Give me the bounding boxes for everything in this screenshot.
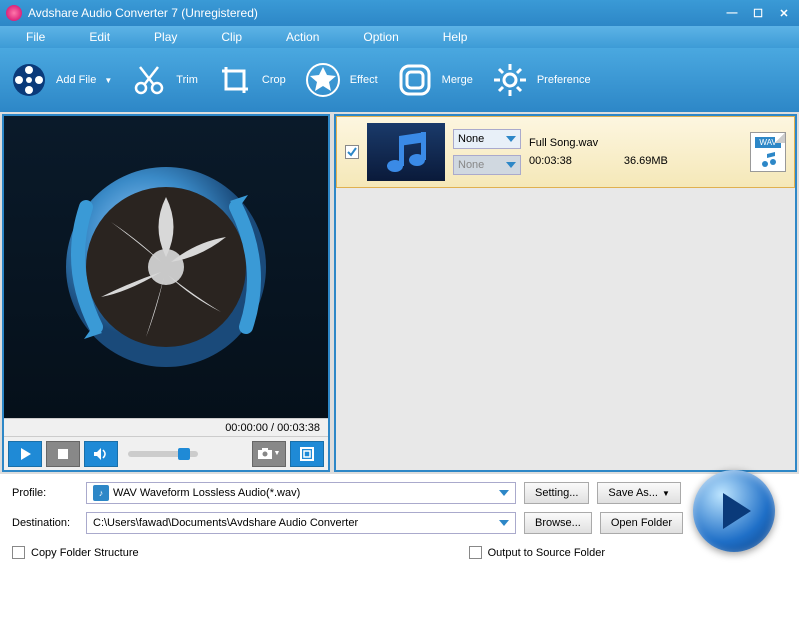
- output-source-label: Output to Source Folder: [488, 547, 605, 559]
- checkbox-icon: [469, 546, 482, 559]
- preview-area: [4, 116, 328, 418]
- window-title: Avdshare Audio Converter 7 (Unregistered…: [28, 6, 715, 20]
- file-size: 36.69MB: [624, 155, 668, 167]
- main-body: 00:00:00 / 00:03:38 ▼ None None Full Son…: [0, 112, 799, 474]
- menu-bar: File Edit Play Clip Action Option Help: [0, 26, 799, 48]
- profile-label: Profile:: [12, 487, 78, 499]
- copy-structure-label: Copy Folder Structure: [31, 547, 139, 559]
- profile-row: Profile: ♪ WAV Waveform Lossless Audio(*.…: [12, 482, 787, 504]
- add-file-button[interactable]: Add File ▼: [10, 61, 112, 99]
- gear-icon: [491, 61, 529, 99]
- merge-icon: [396, 61, 434, 99]
- options-row: Copy Folder Structure Output to Source F…: [12, 546, 787, 559]
- crop-label: Crop: [262, 74, 286, 86]
- maximize-button[interactable]: ☐: [749, 4, 767, 22]
- star-icon: [304, 61, 342, 99]
- preference-label: Preference: [537, 74, 591, 86]
- preview-panel: 00:00:00 / 00:03:38 ▼: [2, 114, 330, 472]
- file-duration: 00:03:38: [529, 155, 572, 167]
- file-dropdowns: None None: [453, 129, 521, 175]
- scissors-icon: [130, 61, 168, 99]
- menu-edit[interactable]: Edit: [67, 30, 132, 44]
- file-thumbnail: [367, 123, 445, 181]
- merge-label: Merge: [442, 74, 473, 86]
- open-folder-button[interactable]: Open Folder: [600, 512, 683, 534]
- profile-select[interactable]: ♪ WAV Waveform Lossless Audio(*.wav): [86, 482, 516, 504]
- checkbox-icon: [12, 546, 25, 559]
- file-checkbox[interactable]: [345, 145, 359, 159]
- format-icon: WAV: [750, 132, 786, 172]
- file-info: Full Song.wav 00:03:38 36.69MB: [529, 137, 742, 167]
- destination-label: Destination:: [12, 517, 78, 529]
- minimize-button[interactable]: —: [723, 4, 741, 22]
- menu-clip[interactable]: Clip: [199, 30, 264, 44]
- file-item[interactable]: None None Full Song.wav 00:03:38 36.69MB…: [336, 116, 795, 188]
- preference-button[interactable]: Preference: [491, 61, 591, 99]
- close-button[interactable]: ✕: [775, 4, 793, 22]
- effect-label: Effect: [350, 74, 378, 86]
- menu-help[interactable]: Help: [421, 30, 490, 44]
- audio-track-select[interactable]: None: [453, 129, 521, 149]
- browse-button[interactable]: Browse...: [524, 512, 592, 534]
- subtitle-select[interactable]: None: [453, 155, 521, 175]
- player-controls: ▼: [4, 436, 328, 470]
- menu-play[interactable]: Play: [132, 30, 199, 44]
- merge-button[interactable]: Merge: [396, 61, 473, 99]
- destination-value: C:\Users\fawad\Documents\Avdshare Audio …: [93, 517, 358, 529]
- file-name: Full Song.wav: [529, 137, 598, 149]
- playback-time: 00:00:00 / 00:03:38: [225, 422, 320, 434]
- destination-select[interactable]: C:\Users\fawad\Documents\Avdshare Audio …: [86, 512, 516, 534]
- convert-button[interactable]: [693, 470, 775, 552]
- app-logo-icon: [6, 5, 22, 21]
- menu-action[interactable]: Action: [264, 30, 341, 44]
- dropdown-arrow-icon: ▼: [104, 76, 112, 85]
- effect-button[interactable]: Effect: [304, 61, 378, 99]
- wav-icon: ♪: [93, 485, 109, 501]
- chevron-down-icon: [506, 162, 516, 168]
- time-bar: 00:00:00 / 00:03:38: [4, 418, 328, 436]
- snapshot-button[interactable]: ▼: [252, 441, 286, 467]
- chevron-down-icon: [499, 490, 509, 496]
- film-reel-icon: [10, 61, 48, 99]
- add-file-label: Add File: [56, 74, 96, 86]
- title-bar: Avdshare Audio Converter 7 (Unregistered…: [0, 0, 799, 26]
- menu-option[interactable]: Option: [341, 30, 420, 44]
- trim-button[interactable]: Trim: [130, 61, 198, 99]
- chevron-down-icon: [499, 520, 509, 526]
- toolbar: Add File ▼ Trim Crop Effect Merge Prefer…: [0, 48, 799, 112]
- stop-button[interactable]: [46, 441, 80, 467]
- profile-value: WAV Waveform Lossless Audio(*.wav): [113, 487, 300, 499]
- fullscreen-button[interactable]: [290, 441, 324, 467]
- play-button[interactable]: [8, 441, 42, 467]
- chevron-down-icon: [506, 136, 516, 142]
- volume-button[interactable]: [84, 441, 118, 467]
- trim-label: Trim: [176, 74, 198, 86]
- crop-icon: [216, 61, 254, 99]
- output-to-source-checkbox[interactable]: Output to Source Folder: [469, 546, 605, 559]
- setting-button[interactable]: Setting...: [524, 482, 589, 504]
- destination-row: Destination: C:\Users\fawad\Documents\Av…: [12, 512, 787, 534]
- copy-folder-structure-checkbox[interactable]: Copy Folder Structure: [12, 546, 139, 559]
- file-list: None None Full Song.wav 00:03:38 36.69MB…: [334, 114, 797, 472]
- crop-button[interactable]: Crop: [216, 61, 286, 99]
- menu-file[interactable]: File: [4, 30, 67, 44]
- save-as-button[interactable]: Save As...▼: [597, 482, 680, 504]
- volume-slider[interactable]: [128, 451, 198, 457]
- reel-graphic-icon: [56, 157, 276, 377]
- bottom-panel: Profile: ♪ WAV Waveform Lossless Audio(*.…: [0, 474, 799, 567]
- format-badge: WAV: [755, 137, 780, 148]
